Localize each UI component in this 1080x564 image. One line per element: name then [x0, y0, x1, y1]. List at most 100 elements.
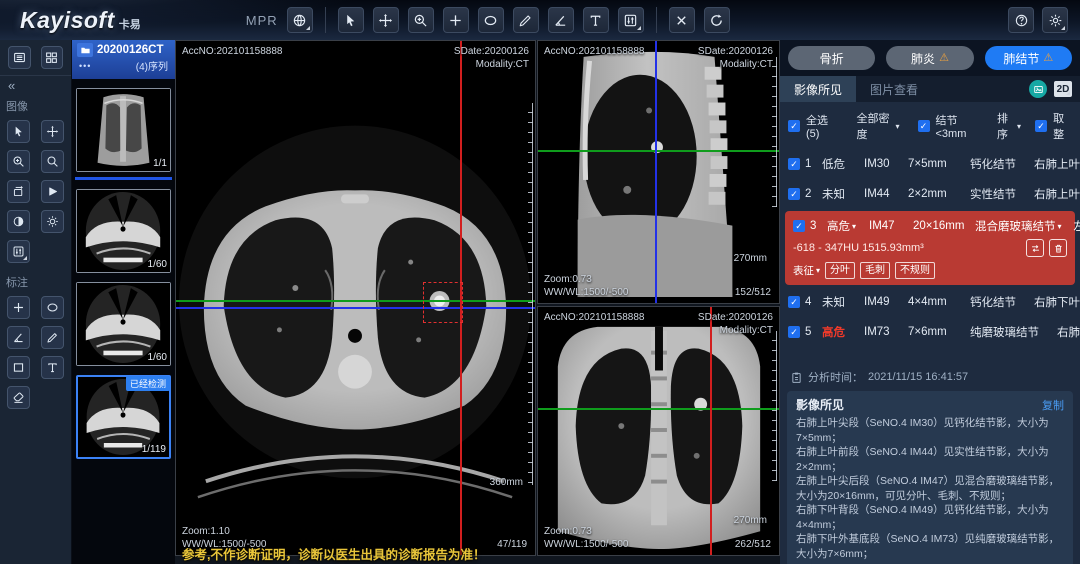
angle-tool-button[interactable] — [548, 7, 574, 33]
nodule-type: 钙化结节 — [970, 156, 1016, 172]
sb-magnify-button[interactable] — [41, 150, 64, 173]
nodule-row-4[interactable]: 4 未知 IM49 4×4mm 钙化结节 右肺下叶 — [780, 287, 1080, 317]
mpr-layout-button[interactable] — [287, 7, 313, 33]
sagittal-viewport[interactable]: AccNO:202101158888 SDate:20200126 Modali… — [537, 40, 780, 304]
detected-badge: 已经检测 — [126, 376, 170, 391]
ellipse-icon — [46, 301, 59, 314]
select-all-checkbox[interactable] — [788, 120, 800, 132]
tab-image-view[interactable]: 图片查看 — [856, 76, 932, 102]
nodule-row-5[interactable]: 5 高危 IM73 7×6mm 纯磨玻璃结节 右肺下叶 — [780, 317, 1080, 347]
sb-angle-annot-button[interactable] — [7, 326, 30, 349]
nodule-roi-box[interactable] — [423, 282, 463, 323]
small-nodule-checkbox[interactable] — [918, 120, 930, 132]
category-fracture-button[interactable]: 骨折 — [788, 46, 875, 70]
sb-window-level-button[interactable] — [7, 240, 30, 263]
nodule-checkbox[interactable] — [788, 296, 800, 308]
sb-brightness-button[interactable] — [41, 210, 64, 233]
brand-suffix: 卡易 — [119, 16, 141, 32]
collapse-sidebar-button[interactable]: « — [0, 76, 15, 93]
sb-eraser-button[interactable] — [7, 386, 30, 409]
nodule-type: 实性结节 — [970, 186, 1016, 202]
ruler-icon — [518, 13, 533, 28]
feature-dropdown[interactable]: 表征▾ — [793, 263, 820, 278]
text-tool-button[interactable] — [583, 7, 609, 33]
sb-crosshair-annot-button[interactable] — [7, 296, 30, 319]
sagittal-modality: Modality:CT — [698, 58, 773, 71]
finding-line: 右肺下叶背段（SeNO.4 IM49）见钙化结节影，大小为4×4mm； — [796, 503, 1064, 532]
nodule-row-3-selected[interactable]: 3 高危▾ IM47 20×16mm 混合磨玻璃结节▾ 左肺上叶▾ -618 -… — [785, 211, 1075, 285]
nodule-location: 右肺上叶 — [1016, 186, 1080, 202]
sb-text-annot-button[interactable] — [41, 356, 64, 379]
sagittal-accession-label: AccNO:202101158888 — [544, 45, 644, 58]
feature-chip-irregular[interactable]: 不规则 — [895, 262, 935, 279]
gallery-icon[interactable] — [1029, 80, 1047, 98]
nodule-location-dropdown[interactable]: 左肺上叶▾ — [1062, 218, 1080, 234]
reset-button[interactable] — [704, 7, 730, 33]
ai-analysis-panel: 骨折 肺炎 ⚠ 肺结节 ⚠ 影像所见 图片查看 2D 全选(5) 全部密度 — [780, 40, 1080, 564]
nodule-delete-button[interactable] — [1049, 239, 1067, 257]
window-level-button[interactable] — [618, 7, 644, 33]
ruler-tool-button[interactable] — [513, 7, 539, 33]
series-thumbnail-2[interactable]: 1/60 — [76, 189, 171, 273]
sb-rotate-button[interactable] — [7, 180, 30, 203]
nodule-checkbox[interactable] — [793, 220, 805, 232]
category-lung-nodule-button[interactable]: 肺结节 ⚠ — [985, 46, 1072, 70]
finding-line: 左肺上叶尖后段（SeNO.4 IM47）见混合磨玻璃结节影，大小为20×16mm… — [796, 474, 1064, 503]
crosshair-tool-button[interactable] — [443, 7, 469, 33]
nodule-type-dropdown[interactable]: 混合磨玻璃结节▾ — [975, 218, 1062, 234]
coronal-crosshair-vertical[interactable] — [710, 307, 712, 555]
sb-invert-button[interactable] — [7, 210, 30, 233]
series-thumbnail-4[interactable]: 已经检测 1/119 — [76, 375, 171, 459]
axial-slice-ruler[interactable] — [528, 103, 533, 485]
nodule-checkbox[interactable] — [788, 326, 800, 338]
pan-tool-button[interactable] — [373, 7, 399, 33]
feature-chip-lobulation[interactable]: 分叶 — [825, 262, 855, 279]
sagittal-slice-ruler[interactable] — [772, 57, 777, 207]
axial-coronal-crosshair[interactable] — [176, 307, 535, 309]
sb-zoom-in-button[interactable] — [7, 150, 30, 173]
nodule-compare-button[interactable] — [1026, 239, 1044, 257]
nodule-row-2[interactable]: 2 未知 IM44 2×2mm 实性结节 右肺上叶 — [780, 179, 1080, 209]
round-checkbox[interactable] — [1035, 120, 1047, 132]
series-thumbnail-3[interactable]: 1/60 — [76, 282, 171, 366]
feature-chip-spiculation[interactable]: 毛刺 — [860, 262, 890, 279]
tab-imaging-findings[interactable]: 影像所见 — [780, 76, 856, 102]
sb-rect-annot-button[interactable] — [7, 356, 30, 379]
cursor-tool-button[interactable] — [338, 7, 364, 33]
sb-ellipse-annot-button[interactable] — [41, 296, 64, 319]
delete-annotation-button[interactable] — [669, 7, 695, 33]
nodule-checkbox[interactable] — [788, 158, 800, 170]
sb-pan-tool-button[interactable] — [41, 120, 64, 143]
axial-wwwl: WW/WL:1500/-500 — [182, 538, 266, 551]
sb-cursor-tool-button[interactable] — [7, 120, 30, 143]
nodule-risk-dropdown[interactable]: 高危▾ — [827, 218, 869, 234]
axial-viewport[interactable]: AccNO:202101158888 SDate:20200126 Modali… — [175, 40, 536, 556]
layout-grid-button[interactable] — [41, 46, 64, 69]
study-card[interactable]: 20200126CT ••• (4)序列 — [72, 40, 175, 79]
coronal-slice-ruler[interactable] — [772, 331, 777, 481]
axial-nodule-line-green[interactable] — [176, 300, 535, 302]
sagittal-crosshair-vertical[interactable] — [655, 41, 657, 303]
category-pneumonia-button[interactable]: 肺炎 ⚠ — [886, 46, 973, 70]
sagittal-nodule-line-green[interactable] — [538, 150, 779, 152]
series-thumbnail-1[interactable]: 1/1 — [76, 88, 171, 172]
more-icon[interactable]: ••• — [79, 61, 91, 71]
nodule-checkbox[interactable] — [788, 188, 800, 200]
copy-findings-button[interactable]: 复制 — [1042, 397, 1064, 413]
ellipse-tool-button[interactable] — [478, 7, 504, 33]
help-button[interactable] — [1008, 7, 1034, 33]
coronal-nodule-line-green[interactable] — [538, 408, 779, 410]
sb-ruler-annot-button[interactable] — [41, 326, 64, 349]
zoom-tool-button[interactable] — [408, 7, 434, 33]
series-list-button[interactable] — [8, 46, 31, 69]
cursor-icon — [12, 125, 25, 138]
2d-view-toggle[interactable]: 2D — [1054, 81, 1072, 97]
nodule-row-1[interactable]: 1 低危 IM30 7×5mm 钙化结节 右肺上叶 — [780, 149, 1080, 179]
coronal-zoom: Zoom:0.73 — [544, 525, 628, 538]
settings-button[interactable] — [1042, 7, 1068, 33]
axial-ct-image — [176, 41, 535, 555]
sb-cine-play-button[interactable] — [41, 180, 64, 203]
density-filter-dropdown[interactable]: 全部密度 ▾ — [856, 110, 899, 142]
sort-dropdown[interactable]: 排序 ▾ — [997, 110, 1021, 142]
coronal-viewport[interactable]: AccNO:202101158888 SDate:20200126 Modali… — [537, 306, 780, 556]
